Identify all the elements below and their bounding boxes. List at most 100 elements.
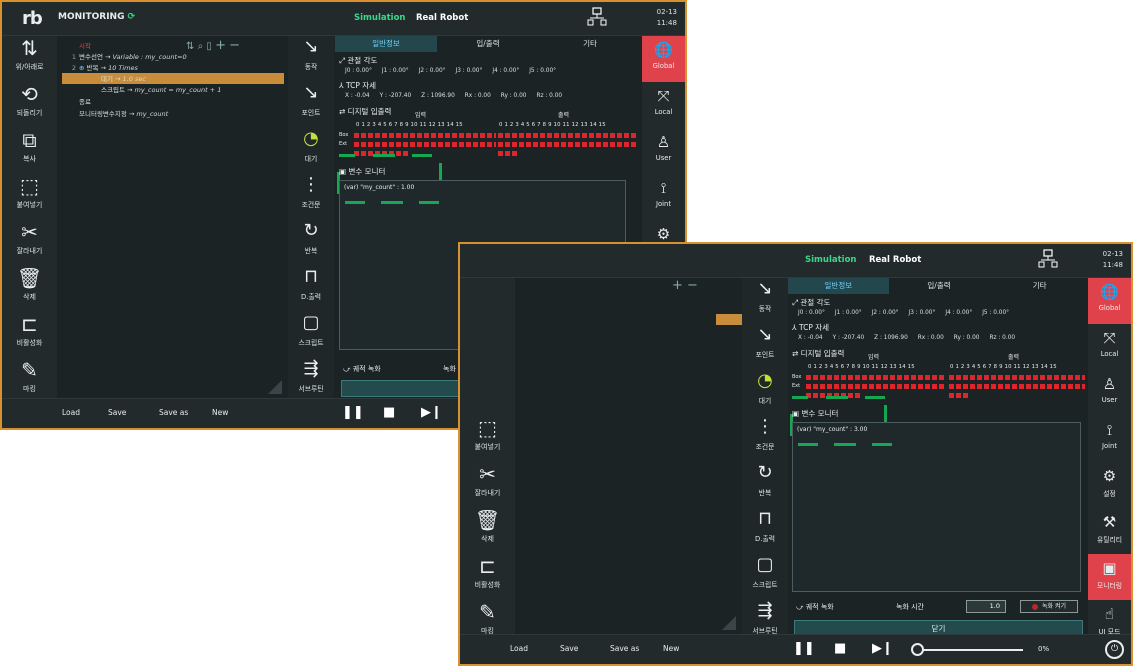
move-up-down-icon: ⇅ xyxy=(21,36,38,60)
delete-icon: 🗑 xyxy=(474,508,501,532)
joint-button[interactable]: ⟟ Joint xyxy=(1088,416,1131,462)
delete-button[interactable]: 🗑 삭제 xyxy=(2,266,57,312)
digital-out-icon: ⊓ xyxy=(757,508,773,529)
tree-row-selected[interactable] xyxy=(716,314,742,325)
user-button[interactable]: ♙ User xyxy=(642,128,685,174)
tree-row[interactable]: 종료 xyxy=(62,96,91,107)
tree-row[interactable]: 스크립트 → my_count = my_count + 1 xyxy=(62,84,221,95)
local-button[interactable]: ⤧ Local xyxy=(1088,324,1131,370)
save-button[interactable]: Save xyxy=(560,644,578,653)
simulation-mode-button[interactable]: Simulation xyxy=(805,255,856,265)
pause-icon[interactable]: ❚❚ xyxy=(342,405,364,420)
repeat-command-button[interactable]: ↻ 반복 xyxy=(742,462,788,508)
annotation-dash xyxy=(373,154,395,157)
copy-icon: ⧉ xyxy=(22,128,37,152)
tree-row[interactable]: 2 ⊕ 반복 → 10 Times xyxy=(62,62,138,73)
annotation-dash xyxy=(419,201,439,204)
resize-handle[interactable] xyxy=(268,380,282,394)
coordinate-toolbar: 🌐Global ⤧Local ♙User ⟟Joint ⚙설정 ⚒유틸리티 ▣모… xyxy=(1088,278,1131,636)
digital-out-command-button[interactable]: ⊓ D.출력 xyxy=(288,266,334,312)
step-icon[interactable]: ▶❙ xyxy=(421,405,442,420)
save-as-button[interactable]: Save as xyxy=(159,408,188,417)
user-button[interactable]: ♙ User xyxy=(1088,370,1131,416)
load-button[interactable]: Load xyxy=(62,408,80,417)
remove-icon[interactable]: − xyxy=(229,38,240,53)
mark-icon: ✎ xyxy=(21,358,38,382)
restore-button[interactable]: ⟲ 되돌리기 xyxy=(2,82,57,128)
wait-command-button[interactable]: ◔ 대기 xyxy=(288,128,334,174)
tree-row[interactable]: 모니터링변수지정 → my_count xyxy=(62,108,168,119)
ui-mode-icon: ☝ xyxy=(1104,605,1115,623)
point-command-button[interactable]: ↘ 포인트 xyxy=(288,82,334,128)
delete-button[interactable]: 🗑 삭제 xyxy=(460,508,515,554)
add-icon[interactable]: + xyxy=(672,278,683,293)
resize-handle[interactable] xyxy=(722,616,736,630)
save-button[interactable]: Save xyxy=(108,408,126,417)
network-icon[interactable] xyxy=(1038,248,1058,272)
monitor-tabs: 일반정보 입/출력 기타 xyxy=(335,36,641,52)
record-toggle-button[interactable]: 녹화 켜기 xyxy=(1020,600,1078,613)
restore-icon: ⟲ xyxy=(21,82,38,106)
stop-icon[interactable]: ■ xyxy=(383,405,395,420)
new-button[interactable]: New xyxy=(663,644,679,653)
paste-button[interactable]: ⬚ 붙여넣기 xyxy=(2,174,57,220)
real-robot-mode-button[interactable]: Real Robot xyxy=(416,13,468,23)
script-command-button[interactable]: ▢ 스크립트 xyxy=(742,554,788,600)
record-time-input[interactable]: 1.0 xyxy=(966,600,1006,613)
real-robot-mode-button[interactable]: Real Robot xyxy=(869,255,921,265)
progress-slider[interactable] xyxy=(916,649,1023,651)
joint-values: J0 : 0.00° J1 : 0.00° J2 : 0.00° J3 : 0.00°… xyxy=(798,310,1010,316)
new-button[interactable]: New xyxy=(212,408,228,417)
user-icon: ♙ xyxy=(656,133,671,151)
add-icon[interactable]: + xyxy=(215,38,226,53)
step-icon[interactable]: ▶❙ xyxy=(872,641,893,656)
move-command-button[interactable]: ↘ 동작 xyxy=(742,278,788,324)
tab-io[interactable]: 입/출력 xyxy=(437,36,539,52)
tree-row[interactable]: 시작 xyxy=(62,40,91,51)
tab-io[interactable]: 입/출력 xyxy=(889,278,990,294)
condition-command-button[interactable]: ⋮ 조건문 xyxy=(742,416,788,462)
tab-general-info[interactable]: 일반정보 xyxy=(788,278,889,294)
disable-button[interactable]: ⊏ 비활성화 xyxy=(2,312,57,358)
network-icon[interactable] xyxy=(587,6,607,30)
progress-knob[interactable] xyxy=(911,643,924,656)
copy-button[interactable]: ⧉ 복사 xyxy=(2,128,57,174)
monitoring-button[interactable]: ▣모니터링 xyxy=(1088,554,1131,600)
tab-other[interactable]: 기타 xyxy=(989,278,1090,294)
simulation-mode-button[interactable]: Simulation xyxy=(354,13,405,23)
digital-out-command-button[interactable]: ⊓ D.출력 xyxy=(742,508,788,554)
paste-button[interactable]: ⬚ 붙여넣기 xyxy=(460,416,515,462)
local-button[interactable]: ⤧ Local xyxy=(642,82,685,128)
tree-row-selected[interactable]: 대기 → 1.0 sec xyxy=(62,73,284,84)
io-output-label: 출력 xyxy=(1008,354,1020,361)
power-icon[interactable]: ⏻ xyxy=(1105,640,1124,659)
page-icon[interactable]: ▯ xyxy=(206,41,212,52)
save-as-button[interactable]: Save as xyxy=(610,644,639,653)
cut-button[interactable]: ✂ 잘라내기 xyxy=(2,220,57,266)
pause-icon[interactable]: ❚❚ xyxy=(793,641,815,656)
remove-icon[interactable]: − xyxy=(687,278,698,293)
joint-button[interactable]: ⟟ Joint xyxy=(642,174,685,220)
repeat-command-button[interactable]: ↻ 반복 xyxy=(288,220,334,266)
load-button[interactable]: Load xyxy=(510,644,528,653)
cut-button[interactable]: ✂ 잘라내기 xyxy=(460,462,515,508)
tree-row[interactable]: 1 변수선언 → Variable : my_count=0 xyxy=(62,51,187,62)
tab-other[interactable]: 기타 xyxy=(539,36,641,52)
stop-icon[interactable]: ■ xyxy=(834,641,846,656)
condition-command-button[interactable]: ⋮ 조건문 xyxy=(288,174,334,220)
utility-button[interactable]: ⚒유틸리티 xyxy=(1088,508,1131,554)
point-command-button[interactable]: ↘ 포인트 xyxy=(742,324,788,370)
settings-button[interactable]: ⚙설정 xyxy=(1088,462,1131,508)
global-button[interactable]: 🌐 Global xyxy=(642,36,685,82)
search-icon[interactable]: ⌕ xyxy=(198,41,204,52)
sort-icon[interactable]: ⇅ xyxy=(186,41,194,52)
script-command-button[interactable]: ▢ 스크립트 xyxy=(288,312,334,358)
io-output-label: 출력 xyxy=(558,112,570,119)
wait-command-button[interactable]: ◔ 대기 xyxy=(742,370,788,416)
move-up-down-button[interactable]: ⇅ 위/아래로 xyxy=(2,36,57,82)
disable-button[interactable]: ⊏ 비활성화 xyxy=(460,554,515,600)
move-command-button[interactable]: ↘ 동작 xyxy=(288,36,334,82)
tab-general-info[interactable]: 일반정보 xyxy=(335,36,437,52)
tcp-values: X : -0.04 Y : -207.40 Z : 1096.90 Rx : 0.00… xyxy=(798,335,1016,341)
global-button[interactable]: 🌐 Global xyxy=(1088,278,1131,324)
